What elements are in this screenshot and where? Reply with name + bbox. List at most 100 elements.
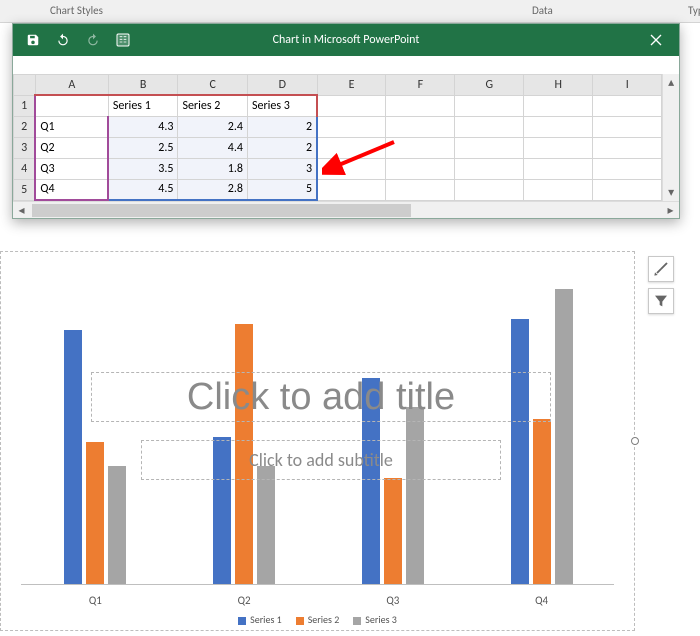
row-header[interactable]: 4 — [14, 158, 36, 179]
bar[interactable] — [108, 466, 126, 584]
paintbrush-icon — [653, 261, 669, 277]
cell[interactable]: Q4 — [35, 179, 108, 200]
window-titlebar[interactable]: Chart in Microsoft PowerPoint — [13, 24, 679, 56]
cell[interactable] — [386, 116, 455, 137]
cell[interactable] — [317, 137, 386, 158]
bar[interactable] — [406, 407, 424, 584]
cell[interactable]: 2.8 — [178, 179, 248, 200]
cell[interactable]: Series 1 — [108, 95, 178, 116]
cell[interactable] — [593, 158, 662, 179]
cell[interactable]: 4.4 — [178, 137, 248, 158]
cell[interactable]: Q2 — [35, 137, 108, 158]
row-header[interactable]: 2 — [14, 116, 36, 137]
cell[interactable]: 4.5 — [108, 179, 178, 200]
cell[interactable] — [524, 95, 593, 116]
excel-icon[interactable] — [115, 32, 131, 48]
title-placeholder[interactable]: Click to add title — [91, 372, 551, 422]
scroll-thumb[interactable] — [32, 204, 411, 217]
scroll-left-icon[interactable]: ◂ — [13, 203, 30, 218]
cell[interactable] — [455, 179, 524, 200]
cell[interactable] — [524, 116, 593, 137]
category-label: Q2 — [214, 594, 274, 607]
cell[interactable]: Q1 — [35, 116, 108, 137]
cell[interactable]: Q3 — [35, 158, 108, 179]
cell[interactable] — [317, 95, 386, 116]
cell[interactable]: 3.5 — [108, 158, 178, 179]
cell[interactable] — [524, 158, 593, 179]
row-header[interactable]: 5 — [14, 179, 36, 200]
bar[interactable] — [86, 442, 104, 584]
scroll-down-icon[interactable]: ▾ — [663, 184, 679, 201]
bar[interactable] — [384, 478, 402, 584]
cell[interactable]: 2.5 — [108, 137, 178, 158]
cell[interactable]: 2.4 — [178, 116, 248, 137]
cell[interactable] — [386, 179, 455, 200]
cell[interactable] — [593, 137, 662, 158]
scroll-right-icon[interactable]: ▸ — [662, 203, 679, 218]
row-header[interactable]: 1 — [14, 95, 36, 116]
col-header[interactable]: E — [317, 75, 386, 96]
close-button[interactable] — [633, 24, 679, 56]
cell[interactable] — [455, 116, 524, 137]
cell[interactable] — [386, 158, 455, 179]
select-all-corner[interactable] — [14, 75, 36, 96]
cell[interactable] — [593, 116, 662, 137]
bar[interactable] — [511, 319, 529, 585]
cell[interactable] — [317, 158, 386, 179]
undo-icon[interactable] — [55, 32, 71, 48]
cell[interactable] — [386, 95, 455, 116]
bar[interactable] — [257, 466, 275, 584]
row-header[interactable]: 3 — [14, 137, 36, 158]
scroll-up-icon[interactable]: ▴ — [663, 74, 679, 91]
bar[interactable] — [64, 330, 82, 584]
cell[interactable] — [455, 158, 524, 179]
cell[interactable] — [593, 179, 662, 200]
horizontal-scrollbar[interactable]: ◂ ▸ — [13, 201, 679, 218]
bar[interactable] — [555, 289, 573, 584]
cell[interactable]: 2 — [247, 116, 317, 137]
cell[interactable] — [524, 137, 593, 158]
cell[interactable] — [317, 116, 386, 137]
cell[interactable] — [386, 137, 455, 158]
cell[interactable]: 2 — [247, 137, 317, 158]
slide-canvas[interactable]: Q1Q2Q3Q4 Click to add title Click to add… — [0, 246, 700, 636]
col-header[interactable]: A — [35, 75, 108, 96]
col-header[interactable]: D — [247, 75, 317, 96]
cell[interactable] — [317, 179, 386, 200]
col-header[interactable]: C — [178, 75, 248, 96]
cell[interactable] — [455, 137, 524, 158]
spreadsheet-area: A B C D E F G H I 1 Series 1 Series 2 Se… — [13, 56, 679, 218]
resize-handle[interactable] — [631, 437, 639, 445]
chart-plot: Q1Q2Q3Q4 — [21, 292, 614, 585]
col-header[interactable]: G — [455, 75, 524, 96]
subtitle-placeholder[interactable]: Click to add subtitle — [141, 440, 501, 480]
cell[interactable]: 4.3 — [108, 116, 178, 137]
cell[interactable]: Series 2 — [178, 95, 248, 116]
cell[interactable]: 5 — [247, 179, 317, 200]
col-header[interactable]: B — [108, 75, 178, 96]
spreadsheet[interactable]: A B C D E F G H I 1 Series 1 Series 2 Se… — [13, 74, 662, 201]
cell[interactable]: Series 3 — [247, 95, 317, 116]
col-header[interactable]: F — [386, 75, 455, 96]
cell[interactable] — [35, 95, 108, 116]
cell[interactable] — [455, 95, 524, 116]
cell[interactable]: 3 — [247, 158, 317, 179]
chart-styles-button[interactable] — [648, 256, 674, 282]
chart-object[interactable]: Q1Q2Q3Q4 Click to add title Click to add… — [0, 251, 635, 631]
chart-data-window: Chart in Microsoft PowerPoint A B C D E … — [12, 23, 680, 219]
chart-filters-button[interactable] — [648, 288, 674, 314]
chart-legend: Series 1 Series 2 Series 3 — [1, 613, 634, 626]
cell[interactable] — [593, 95, 662, 116]
redo-icon[interactable] — [85, 32, 101, 48]
save-icon[interactable] — [25, 32, 41, 48]
col-header[interactable]: H — [524, 75, 593, 96]
cell[interactable] — [524, 179, 593, 200]
vertical-scrollbar[interactable]: ▴ ▾ — [662, 74, 679, 201]
col-header[interactable]: I — [593, 75, 662, 96]
category-label: Q4 — [512, 594, 572, 607]
legend-item: Series 1 — [238, 613, 282, 626]
bar[interactable] — [533, 419, 551, 584]
category-label: Q1 — [65, 594, 125, 607]
subtitle-placeholder-text: Click to add subtitle — [249, 449, 393, 471]
cell[interactable]: 1.8 — [178, 158, 248, 179]
